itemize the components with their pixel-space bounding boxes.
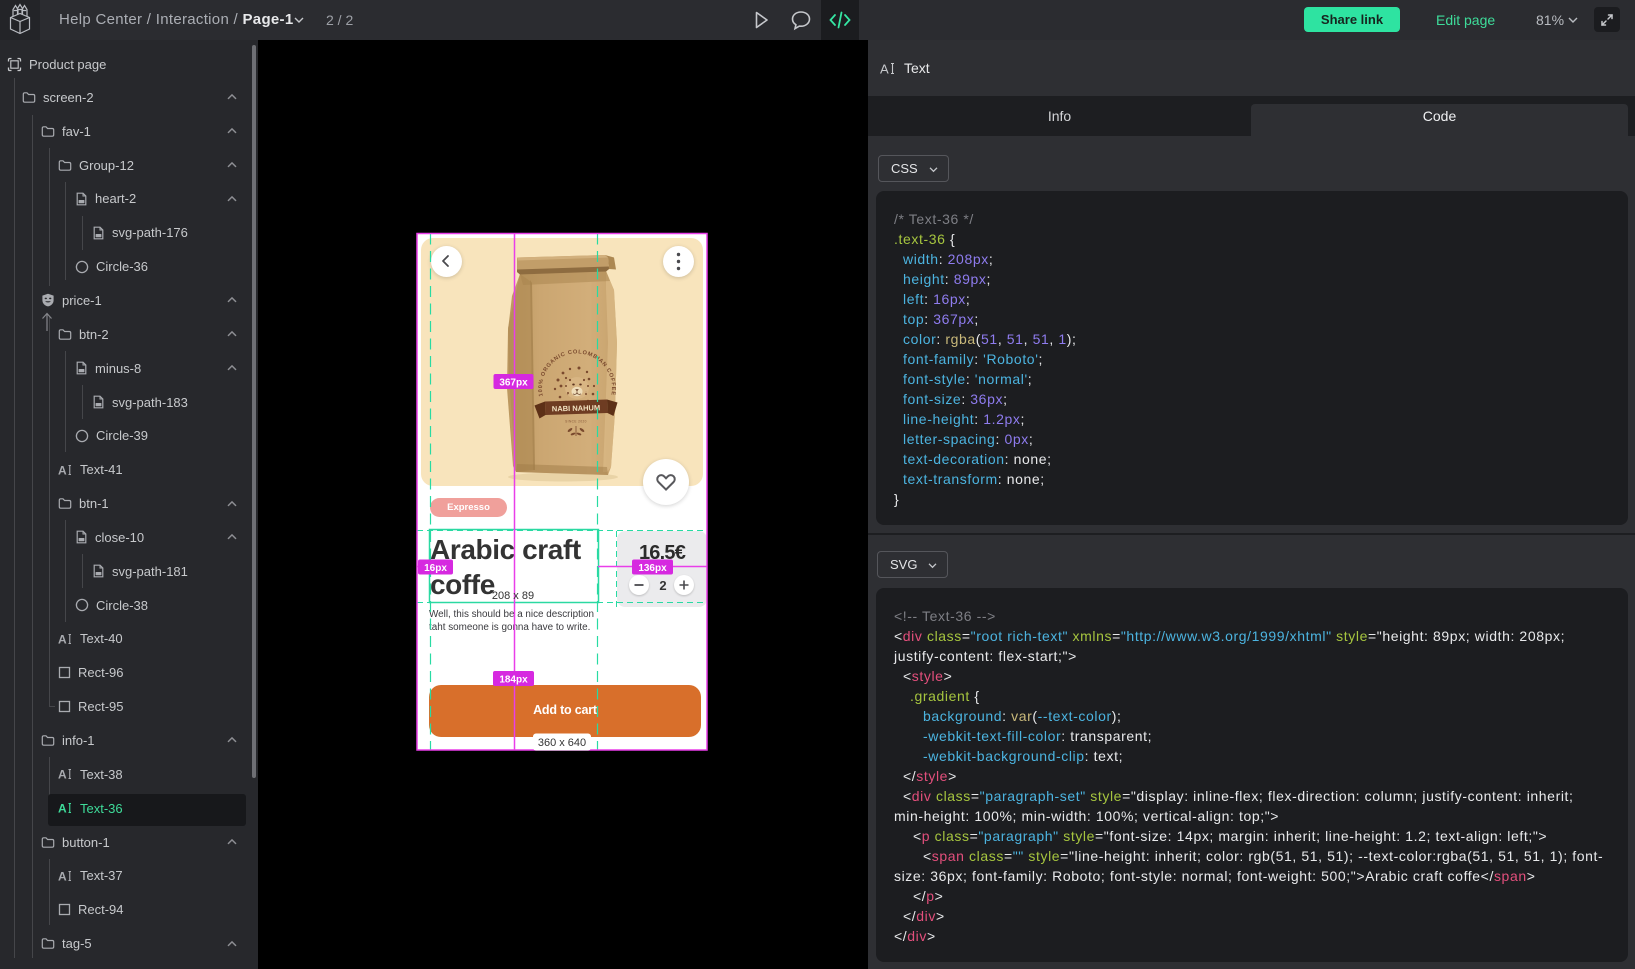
svg-text:A: A: [58, 632, 67, 646]
svg-text:A: A: [880, 61, 889, 76]
svg-text:136px: 136px: [638, 563, 667, 574]
svg-text:360 x 640: 360 x 640: [538, 737, 586, 749]
svg-text:A: A: [58, 802, 67, 816]
svg-text:A: A: [58, 463, 67, 477]
svg-text:16px: 16px: [424, 563, 447, 574]
svg-text:184px: 184px: [499, 675, 528, 686]
svg-text:A: A: [58, 768, 67, 782]
svg-text:208 x 89: 208 x 89: [492, 590, 534, 602]
svg-text:A: A: [58, 869, 67, 883]
svg-text:367px: 367px: [499, 378, 528, 389]
